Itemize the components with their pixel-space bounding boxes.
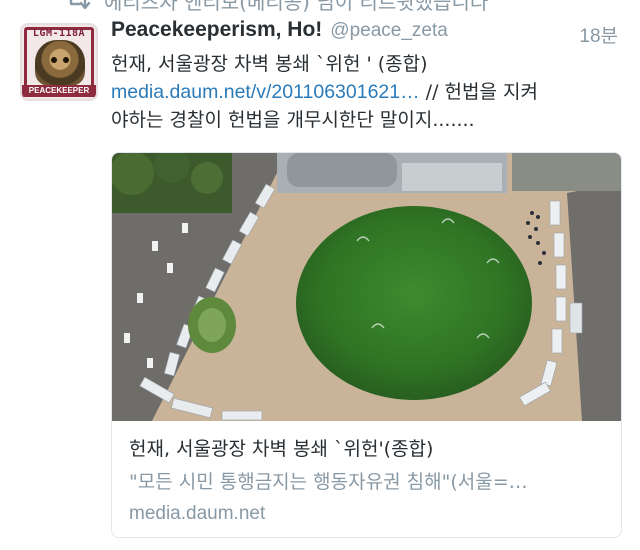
tweet-text-line: 야하는 경찰이 헌법을 개무시한단 말이지....... <box>111 109 475 131</box>
tweet-text: 헌재, 서울광장 차벽 봉쇄 `위헌 ' (종합) media.daum.net… <box>111 50 631 134</box>
card-domain[interactable]: media.daum.net <box>129 503 265 525</box>
retweet-icon <box>69 0 91 10</box>
card-title[interactable]: 헌재, 서울광장 차벽 봉쇄 `위헌'(종합) <box>129 434 433 461</box>
avatar-bottom-text: PEACEKEEPER <box>22 85 96 97</box>
tweet-text-line: 헌재, 서울광장 차벽 봉쇄 `위헌 ' (종합) <box>111 53 428 75</box>
tweet-header: Peacekeeperism, Ho! @peace_zeta 18분 <box>111 18 620 52</box>
tweet-text-rest: // 헌법을 지켜 <box>419 81 538 103</box>
card-image[interactable] <box>112 153 621 421</box>
retweet-context[interactable]: 에리츠자 엔리보(베리공) 님이 리트윗했습니다 <box>64 0 489 14</box>
card-body[interactable]: 헌재, 서울광장 차벽 봉쇄 `위헌'(종합) "모든 시민 통행금지는 행동자… <box>112 421 621 537</box>
tweet-link[interactable]: media.daum.net/v/201106301621… <box>111 81 420 103</box>
avatar-eye <box>63 57 69 63</box>
author-handle[interactable]: @peace_zeta <box>330 20 448 42</box>
retweet-context-text: 에리츠자 엔리보(베리공) 님이 리트윗했습니다 <box>104 0 489 14</box>
author-name[interactable]: Peacekeeperism, Ho! <box>111 18 322 42</box>
avatar-sloth-image <box>35 40 85 86</box>
avatar-top-text: LGM-118A <box>32 28 86 39</box>
link-card[interactable]: 헌재, 서울광장 차벽 봉쇄 `위헌'(종합) "모든 시민 통행금지는 행동자… <box>111 152 622 538</box>
avatar-eye <box>51 57 57 63</box>
card-description: "모든 시민 통행금지는 행동자유권 침해"(서울=… <box>129 471 528 493</box>
avatar[interactable]: LGM-118A PEACEKEEPER <box>20 23 98 101</box>
tweet-text-line: media.daum.net/v/201106301621… // 헌법을 지켜 <box>111 78 631 106</box>
tweet-timestamp[interactable]: 18분 <box>579 21 618 48</box>
